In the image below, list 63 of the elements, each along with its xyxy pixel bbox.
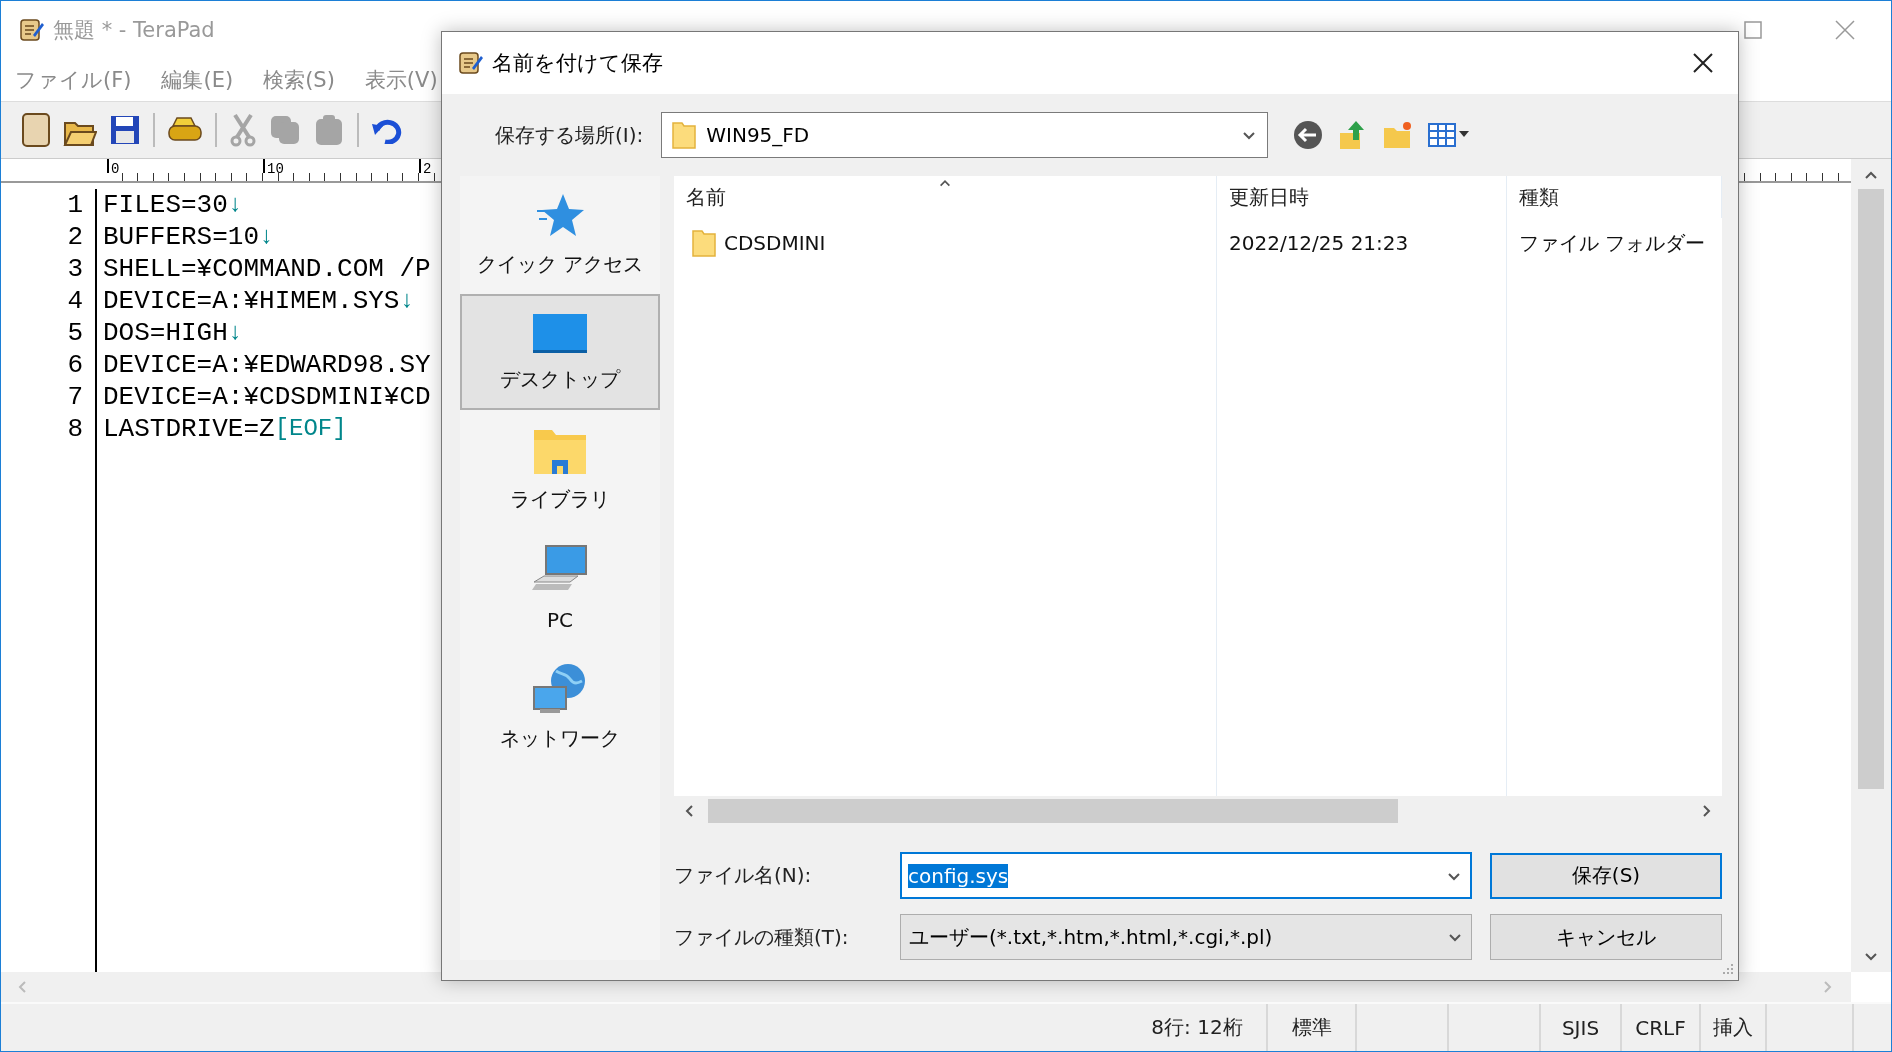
resize-grip-icon[interactable] bbox=[1720, 962, 1734, 976]
status-text: 挿入 bbox=[1713, 1014, 1753, 1041]
column-header[interactable]: 更新日時 bbox=[1229, 184, 1309, 211]
folder-icon bbox=[672, 121, 697, 149]
view-menu-icon[interactable] bbox=[1428, 122, 1471, 148]
place-item[interactable]: ライブラリ bbox=[460, 412, 660, 528]
vertical-scrollbar[interactable] bbox=[1851, 159, 1891, 972]
monitor-icon bbox=[531, 311, 589, 356]
line-number: 7 bbox=[67, 381, 83, 413]
code-line: DEVICE=A:¥HIMEM.SYS bbox=[103, 285, 400, 317]
menu-item[interactable]: 編集(E) bbox=[161, 66, 234, 94]
code-line: DEVICE=A:¥CDSDMINI¥CD bbox=[103, 381, 431, 413]
date-cell-text: 2022/12/25 21:23 bbox=[1228, 230, 1410, 257]
status-text: 標準 bbox=[1291, 1014, 1332, 1041]
line-end-mark: ↓ bbox=[259, 222, 274, 252]
line-number: 6 bbox=[67, 349, 83, 381]
file-type-label: ファイルの種類(T): bbox=[674, 923, 850, 951]
line-end-mark: ↓ bbox=[227, 318, 243, 348]
cancel-button[interactable]: キャンセル bbox=[1490, 914, 1722, 960]
menu-item[interactable]: ファイル(F) bbox=[15, 66, 132, 94]
status-text: SJIS bbox=[1561, 1015, 1600, 1040]
folder-icon bbox=[692, 229, 716, 257]
place-item[interactable]: デスクトップ bbox=[460, 294, 660, 410]
file-name-field[interactable]: config.sys bbox=[900, 852, 1472, 899]
line-number: 1 bbox=[67, 189, 83, 221]
line-number: 3 bbox=[67, 253, 83, 285]
line-number: 8 bbox=[67, 413, 83, 445]
code-line: BUFFERS=10 bbox=[103, 221, 260, 253]
column-header[interactable]: 名前 bbox=[686, 184, 726, 211]
notepad-icon bbox=[458, 50, 484, 76]
column-header[interactable]: 種類 bbox=[1519, 184, 1559, 211]
status-text: CRLF bbox=[1635, 1015, 1686, 1040]
window-title: 無題 * - TeraPad bbox=[53, 17, 215, 44]
location-dropdown[interactable]: WIN95_FD bbox=[661, 112, 1269, 158]
status-text: 8行: 12桁 bbox=[1151, 1014, 1243, 1041]
place-item[interactable]: クイック アクセス bbox=[460, 176, 660, 292]
back-icon[interactable] bbox=[1292, 119, 1325, 151]
code-line: LASTDRIVE=Z bbox=[103, 413, 275, 445]
line-end-mark: ↓ bbox=[227, 190, 243, 220]
code-line: DOS=HIGH bbox=[103, 317, 228, 349]
place-item[interactable]: ネットワーク bbox=[460, 648, 660, 764]
place-item[interactable]: PC bbox=[460, 530, 660, 646]
code-line: SHELL=¥COMMAND.COM /P bbox=[103, 253, 431, 285]
library-icon bbox=[532, 427, 588, 476]
file-type-dropdown[interactable]: ユーザー(*.txt,*.htm,*.html,*.cgi,*.pl) bbox=[900, 914, 1472, 960]
dialog-title: 名前を付けて保存 bbox=[492, 50, 663, 77]
notepad-icon bbox=[19, 17, 45, 43]
line-number: 2 bbox=[67, 221, 83, 253]
line-end-mark: [EOF] bbox=[274, 414, 347, 444]
close-icon bbox=[1691, 51, 1715, 75]
save-icon[interactable] bbox=[109, 114, 141, 146]
type-cell-text: ファイル フォルダー bbox=[1518, 230, 1707, 257]
line-end-mark: ↓ bbox=[399, 286, 414, 316]
code-line: FILES=30 bbox=[103, 189, 228, 221]
new-file-icon[interactable] bbox=[21, 112, 51, 148]
line-number: 4 bbox=[67, 285, 83, 317]
code-line: DEVICE=A:¥EDWARD98.SY bbox=[103, 349, 431, 381]
location-label: 保存する場所(I): bbox=[495, 121, 644, 149]
file-name-cell[interactable]: CDSDMINI bbox=[724, 231, 826, 255]
file-name-label: ファイル名(N): bbox=[674, 862, 813, 889]
close-icon[interactable] bbox=[1834, 19, 1856, 41]
save-button[interactable]: 保存(S) bbox=[1490, 852, 1722, 899]
line-number: 5 bbox=[67, 317, 83, 349]
